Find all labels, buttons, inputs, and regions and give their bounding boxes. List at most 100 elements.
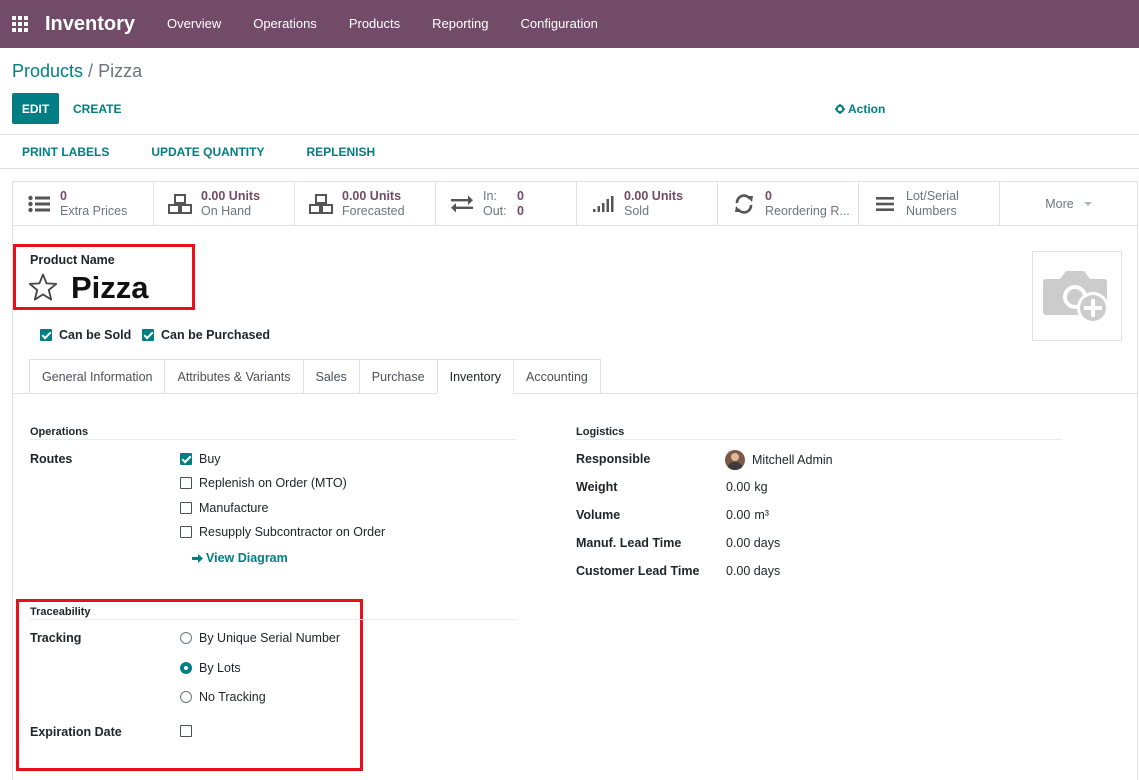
create-button[interactable]: CREATE [73, 93, 121, 124]
breadcrumb-products[interactable]: Products [12, 61, 83, 81]
tracking-lots-option[interactable]: By Lots [180, 661, 241, 675]
weight-field[interactable]: 0.00 kg [726, 480, 768, 494]
customer-lead-time-value: 0.00 days [726, 564, 781, 578]
arrow-right-icon [192, 553, 203, 563]
tab-inventory[interactable]: Inventory [436, 359, 514, 394]
update-quantity-button[interactable]: UPDATE QUANTITY [141, 145, 274, 159]
route-manufacture-checkbox[interactable] [180, 502, 192, 514]
can-be-purchased-option[interactable]: Can be Purchased [142, 328, 270, 342]
forecasted-value: 0.00 Units [342, 189, 402, 203]
logistics-separator [576, 439, 1062, 440]
route-resupply[interactable]: Resupply Subcontractor on Order [180, 525, 385, 539]
menu-configuration[interactable]: Configuration [505, 0, 614, 48]
weight-unit: kg [754, 480, 768, 494]
avatar [725, 450, 745, 470]
list-icon [26, 192, 52, 216]
divider [0, 168, 1139, 169]
expiration-date-field[interactable] [180, 725, 199, 737]
can-be-purchased-checkbox[interactable] [142, 329, 154, 341]
tracking-label: Tracking [30, 631, 82, 645]
out-value: 0 [517, 204, 524, 218]
action-label: Action [848, 101, 886, 116]
tab-general-information[interactable]: General Information [29, 359, 165, 394]
view-diagram-link[interactable]: View Diagram [192, 551, 288, 565]
smart-lot-serial[interactable]: Lot/Serial Numbers [859, 182, 1000, 226]
product-name-label: Product Name [30, 253, 115, 267]
tracking-serial-radio[interactable] [180, 632, 192, 644]
print-labels-button[interactable]: PRINT LABELS [12, 145, 119, 159]
edit-button[interactable]: EDIT [12, 93, 59, 124]
smart-extra-prices[interactable]: 0 Extra Prices [13, 182, 154, 226]
form-sheet: 0 Extra Prices 0.00 Units On Hand 0.00 Uni… [12, 181, 1138, 780]
responsible-value: Mitchell Admin [752, 453, 833, 467]
tracking-serial-label: By Unique Serial Number [199, 631, 341, 645]
volume-unit: m³ [754, 508, 769, 522]
menu-operations[interactable]: Operations [237, 0, 333, 48]
menu-products[interactable]: Products [333, 0, 416, 48]
menu-overview[interactable]: Overview [151, 0, 237, 48]
sold-value: 0.00 Units [624, 189, 684, 203]
extra-prices-label: Extra Prices [60, 204, 128, 218]
weight-value: 0.00 [726, 480, 751, 494]
tracking-serial-option[interactable]: By Unique Serial Number [180, 631, 340, 645]
tracking-none-option[interactable]: No Tracking [180, 690, 266, 704]
on-hand-label: On Hand [201, 204, 252, 218]
smart-buttons: 0 Extra Prices 0.00 Units On Hand 0.00 Uni… [13, 182, 1137, 226]
in-label: In: [483, 189, 497, 203]
app-name[interactable]: Inventory [45, 13, 135, 36]
smart-sold[interactable]: 0.00 Units Sold [577, 182, 718, 226]
cubes-icon [167, 192, 193, 216]
volume-value: 0.00 [726, 508, 751, 522]
volume-field[interactable]: 0.00 m³ [726, 508, 769, 522]
route-mto-checkbox[interactable] [180, 477, 192, 489]
tab-accounting[interactable]: Accounting [513, 359, 601, 394]
route-manufacture[interactable]: Manufacture [180, 501, 268, 515]
menu-reporting[interactable]: Reporting [416, 0, 504, 48]
route-mto-label: Replenish on Order (MTO) [199, 476, 347, 490]
manuf-lead-time-label: Manuf. Lead Time [576, 536, 682, 550]
apps-grid-icon[interactable] [0, 0, 40, 48]
smart-on-hand[interactable]: 0.00 Units On Hand [154, 182, 295, 226]
product-image[interactable] [1032, 251, 1122, 341]
weight-label: Weight [576, 480, 618, 494]
lot-serial-line1: Lot/Serial [906, 189, 959, 203]
expiration-date-checkbox[interactable] [180, 725, 192, 737]
tab-purchase[interactable]: Purchase [358, 359, 437, 394]
action-menu[interactable]: Action [835, 93, 885, 124]
star-icon[interactable] [28, 273, 58, 305]
extra-prices-value: 0 [60, 189, 67, 203]
can-be-sold-option[interactable]: Can be Sold [40, 328, 131, 342]
tab-attributes-variants[interactable]: Attributes & Variants [164, 359, 303, 394]
can-be-purchased-label: Can be Purchased [161, 328, 271, 342]
can-be-sold-checkbox[interactable] [40, 329, 52, 341]
smart-in-out[interactable]: In: 0 Out: 0 [436, 182, 577, 226]
more-label: More [1045, 196, 1074, 211]
smart-reordering[interactable]: 0 Reordering R... [718, 182, 859, 226]
route-buy[interactable]: Buy [180, 452, 221, 466]
tab-sales[interactable]: Sales [302, 359, 359, 394]
customer-lead-time-field[interactable]: 0.00 days [726, 564, 780, 578]
tracking-lots-label: By Lots [199, 661, 241, 675]
smart-forecasted[interactable]: 0.00 Units Forecasted [295, 182, 436, 226]
tracking-lots-radio[interactable] [180, 662, 192, 674]
route-buy-checkbox[interactable] [180, 453, 192, 465]
breadcrumb: Products / Pizza [12, 61, 142, 82]
sold-label: Sold [624, 204, 650, 218]
tracking-none-radio[interactable] [180, 691, 192, 703]
product-name: Pizza [71, 270, 149, 305]
responsible-field[interactable]: Mitchell Admin [725, 450, 833, 470]
manuf-lead-time-field[interactable]: 0.00 days [726, 536, 780, 550]
volume-label: Volume [576, 508, 621, 522]
on-hand-value: 0.00 Units [201, 189, 261, 203]
lot-serial-line2: Numbers [906, 204, 957, 218]
replenish-button[interactable]: REPLENISH [296, 145, 385, 159]
route-manufacture-label: Manufacture [199, 501, 269, 515]
operations-title: Operations [30, 426, 89, 438]
route-mto[interactable]: Replenish on Order (MTO) [180, 476, 347, 490]
caret-down-icon [1083, 201, 1092, 206]
view-diagram-label: View Diagram [206, 551, 288, 565]
more-dropdown[interactable]: More [1000, 182, 1137, 225]
tracking-none-label: No Tracking [199, 690, 266, 704]
reordering-label: Reordering R... [765, 204, 850, 218]
route-resupply-checkbox[interactable] [180, 526, 192, 538]
